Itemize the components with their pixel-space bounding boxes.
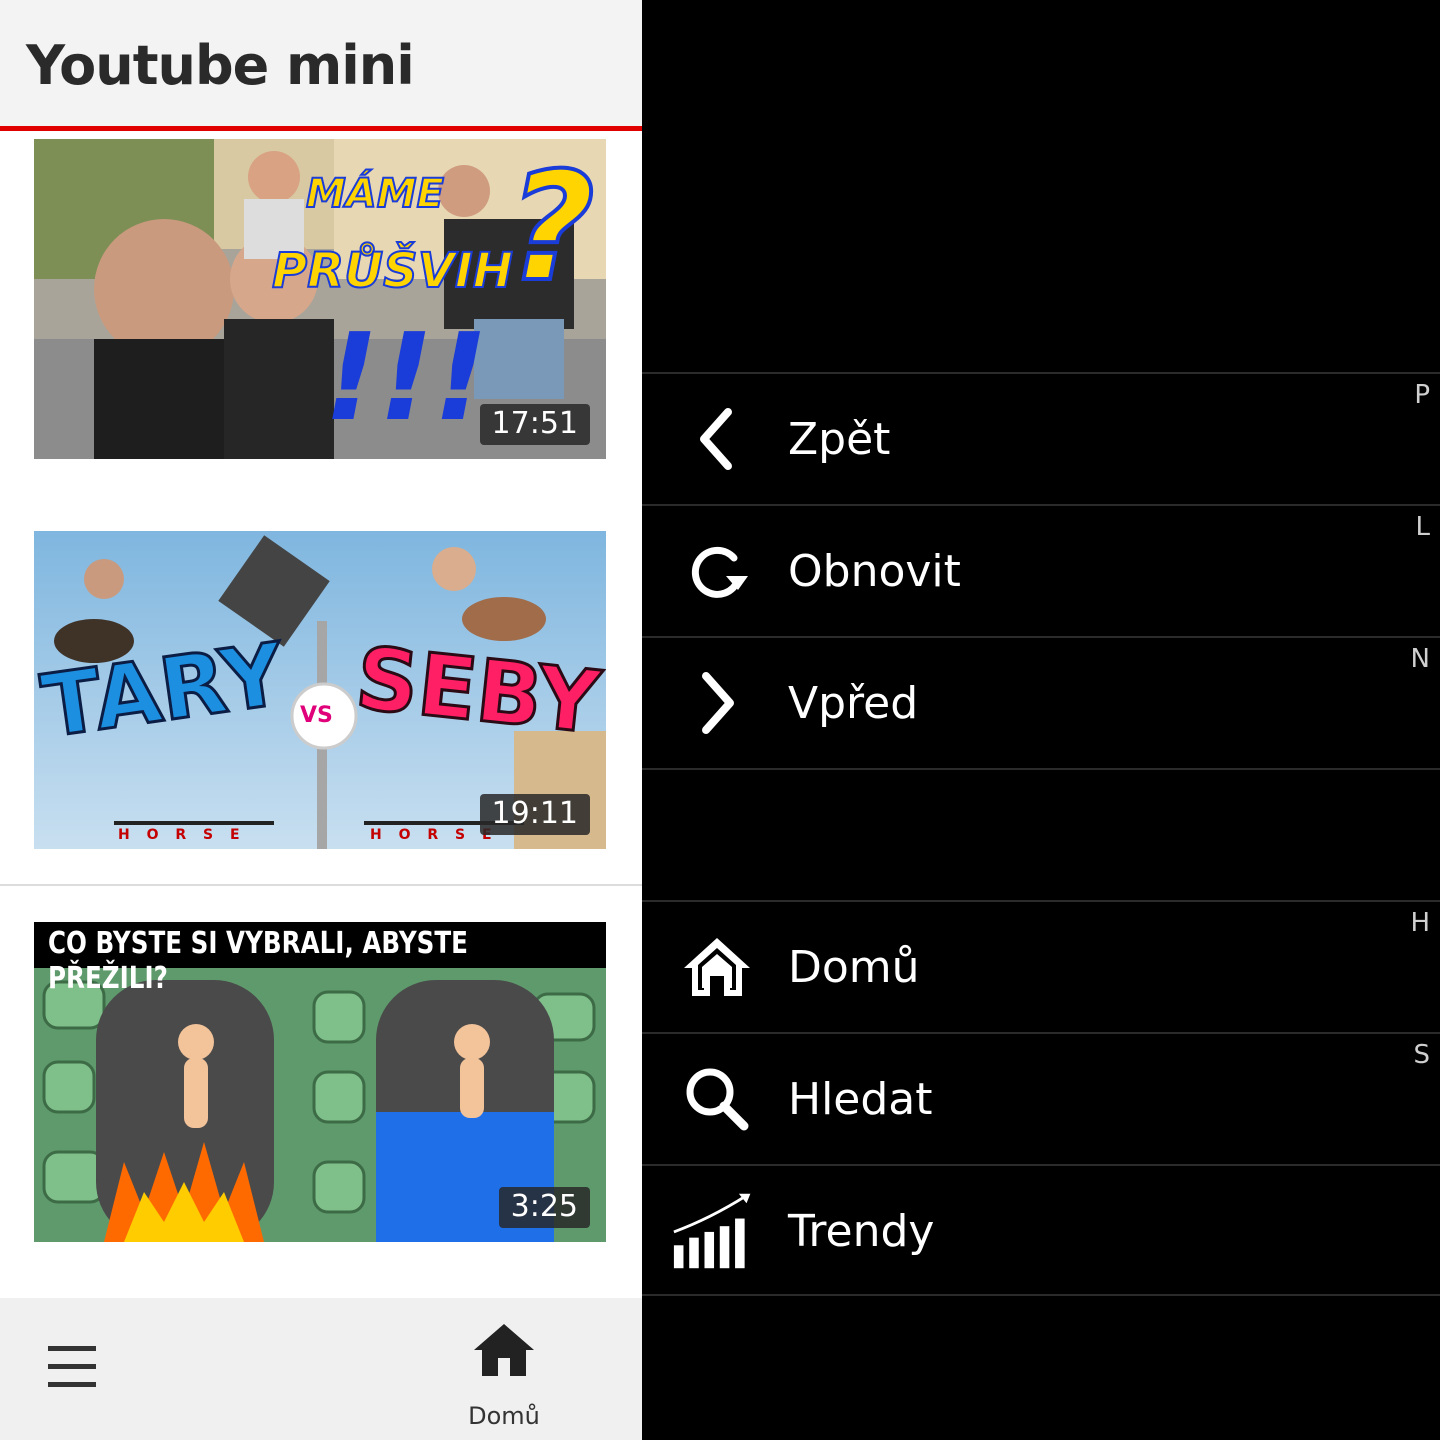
shortcut-key: L [1415, 512, 1431, 542]
thumbnail-overlay-text: CO BYSTE SI VYBRALI, ABYSTE PŘEŽILI? [48, 926, 468, 996]
thumbnail-overlay-text: ? [506, 139, 597, 317]
home-icon [684, 938, 750, 996]
menu-item-trending[interactable]: Trendy [642, 1164, 1440, 1296]
action-menu: Zpět P Obnovit L Vpřed N Domů H Hledat S… [642, 0, 1440, 1440]
home-tab-label: Domů [468, 1402, 540, 1430]
shortcut-key: P [1414, 380, 1430, 410]
menu-item-label: Trendy [788, 1206, 935, 1257]
shortcut-key: H [1410, 908, 1430, 938]
home-icon [474, 1324, 534, 1376]
app-header: Youtube mini [0, 0, 642, 131]
menu-item-search[interactable]: Hledat S [642, 1032, 1440, 1164]
chevron-right-icon [702, 672, 734, 734]
menu-item-refresh[interactable]: Obnovit L [642, 504, 1440, 636]
app-title: Youtube mini [26, 34, 415, 97]
menu-item-label: Obnovit [788, 546, 961, 597]
video-duration: 3:25 [498, 1187, 590, 1228]
menu-item-forward[interactable]: Vpřed N [642, 636, 1440, 768]
video-duration: 17:51 [479, 404, 590, 445]
thumbnail-overlay-text: VS [300, 703, 333, 728]
video-item[interactable]: TARY VS SEBY H O R S E H O R S E 19:11 [0, 494, 642, 887]
thumbnail-overlay-text: H O R S E [370, 827, 498, 843]
video-item[interactable]: CO BYSTE SI VYBRALI, ABYSTE PŘEŽILI? 3:2… [0, 886, 642, 1296]
hamburger-icon[interactable] [48, 1346, 96, 1388]
menu-item-label: Hledat [788, 1074, 933, 1125]
menu-item-label: Domů [788, 942, 920, 993]
shortcut-key: N [1410, 644, 1430, 674]
video-thumbnail[interactable]: TARY VS SEBY H O R S E H O R S E 19:11 [34, 531, 606, 849]
thumbnail-overlay-text: !!! [324, 309, 489, 448]
shortcut-key: S [1413, 1040, 1430, 1070]
video-item[interactable]: MÁME PRŮŠVIH ? !!! 17:51 [0, 131, 642, 524]
thumbnail-overlay-text: H O R S E [118, 827, 246, 843]
video-thumbnail[interactable]: MÁME PRŮŠVIH ? !!! 17:51 [34, 139, 606, 459]
app-pane: Youtube mini MÁME PRŮŠVIH ? !!! 17:51 TA… [0, 0, 642, 1440]
thumbnail-overlay-text: PRŮŠVIH [271, 242, 514, 300]
chevron-left-icon [700, 408, 732, 470]
trending-icon [673, 1193, 751, 1269]
bottom-action-bar: Domů [0, 1298, 642, 1440]
refresh-icon [691, 546, 748, 598]
thumbnail-overlay-text: MÁME [305, 170, 445, 218]
video-duration: 19:11 [479, 794, 590, 835]
menu-item-back[interactable]: Zpět P [642, 372, 1440, 504]
menu-item-label: Zpět [788, 414, 891, 465]
video-thumbnail[interactable]: CO BYSTE SI VYBRALI, ABYSTE PŘEŽILI? 3:2… [34, 922, 606, 1242]
menu-item-home[interactable]: Domů H [642, 900, 1440, 1032]
menu-spacer [642, 768, 1440, 900]
home-tab[interactable]: Domů [452, 1320, 556, 1430]
search-icon [686, 1068, 749, 1131]
menu-item-label: Vpřed [788, 678, 919, 729]
